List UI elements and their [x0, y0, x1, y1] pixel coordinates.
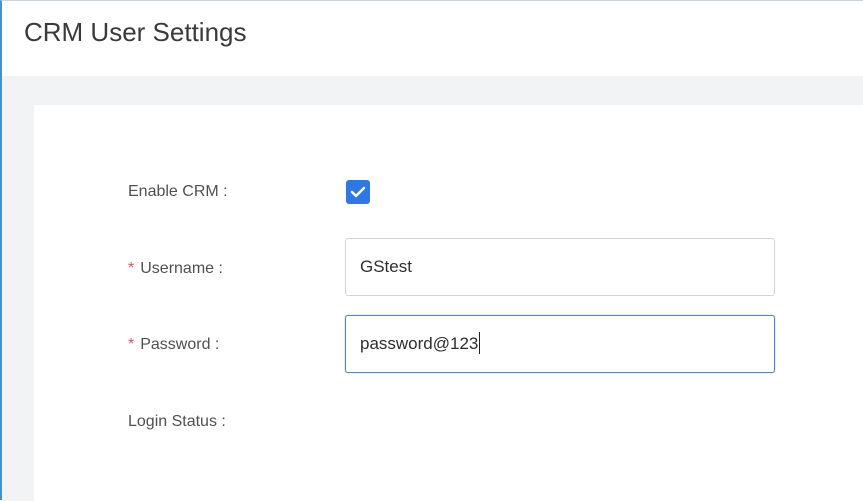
password-label-text: Password :: [140, 336, 220, 353]
password-input[interactable]: password@123: [345, 315, 775, 373]
username-value: GStest: [360, 257, 412, 276]
login-status-label: Login Status :: [128, 413, 226, 431]
crm-settings-window: CRM User Settings Enable CRM : * Username…: [0, 0, 863, 501]
username-input[interactable]: GStest: [345, 238, 775, 296]
settings-panel: [34, 105, 863, 501]
page-title: CRM User Settings: [24, 17, 247, 47]
required-asterisk: *: [128, 336, 135, 353]
text-caret: [479, 332, 481, 355]
username-label-text: Username :: [140, 260, 223, 277]
checkmark-icon: [350, 186, 366, 198]
enable-crm-label-text: Enable CRM :: [128, 183, 228, 200]
username-label: * Username :: [128, 260, 223, 278]
enable-crm-checkbox[interactable]: [346, 180, 370, 204]
password-label: * Password :: [128, 336, 219, 354]
page-header: CRM User Settings: [2, 1, 863, 76]
login-status-label-text: Login Status :: [128, 413, 226, 430]
enable-crm-label: Enable CRM :: [128, 183, 228, 201]
password-value: password@123: [360, 334, 479, 353]
required-asterisk: *: [128, 260, 135, 277]
